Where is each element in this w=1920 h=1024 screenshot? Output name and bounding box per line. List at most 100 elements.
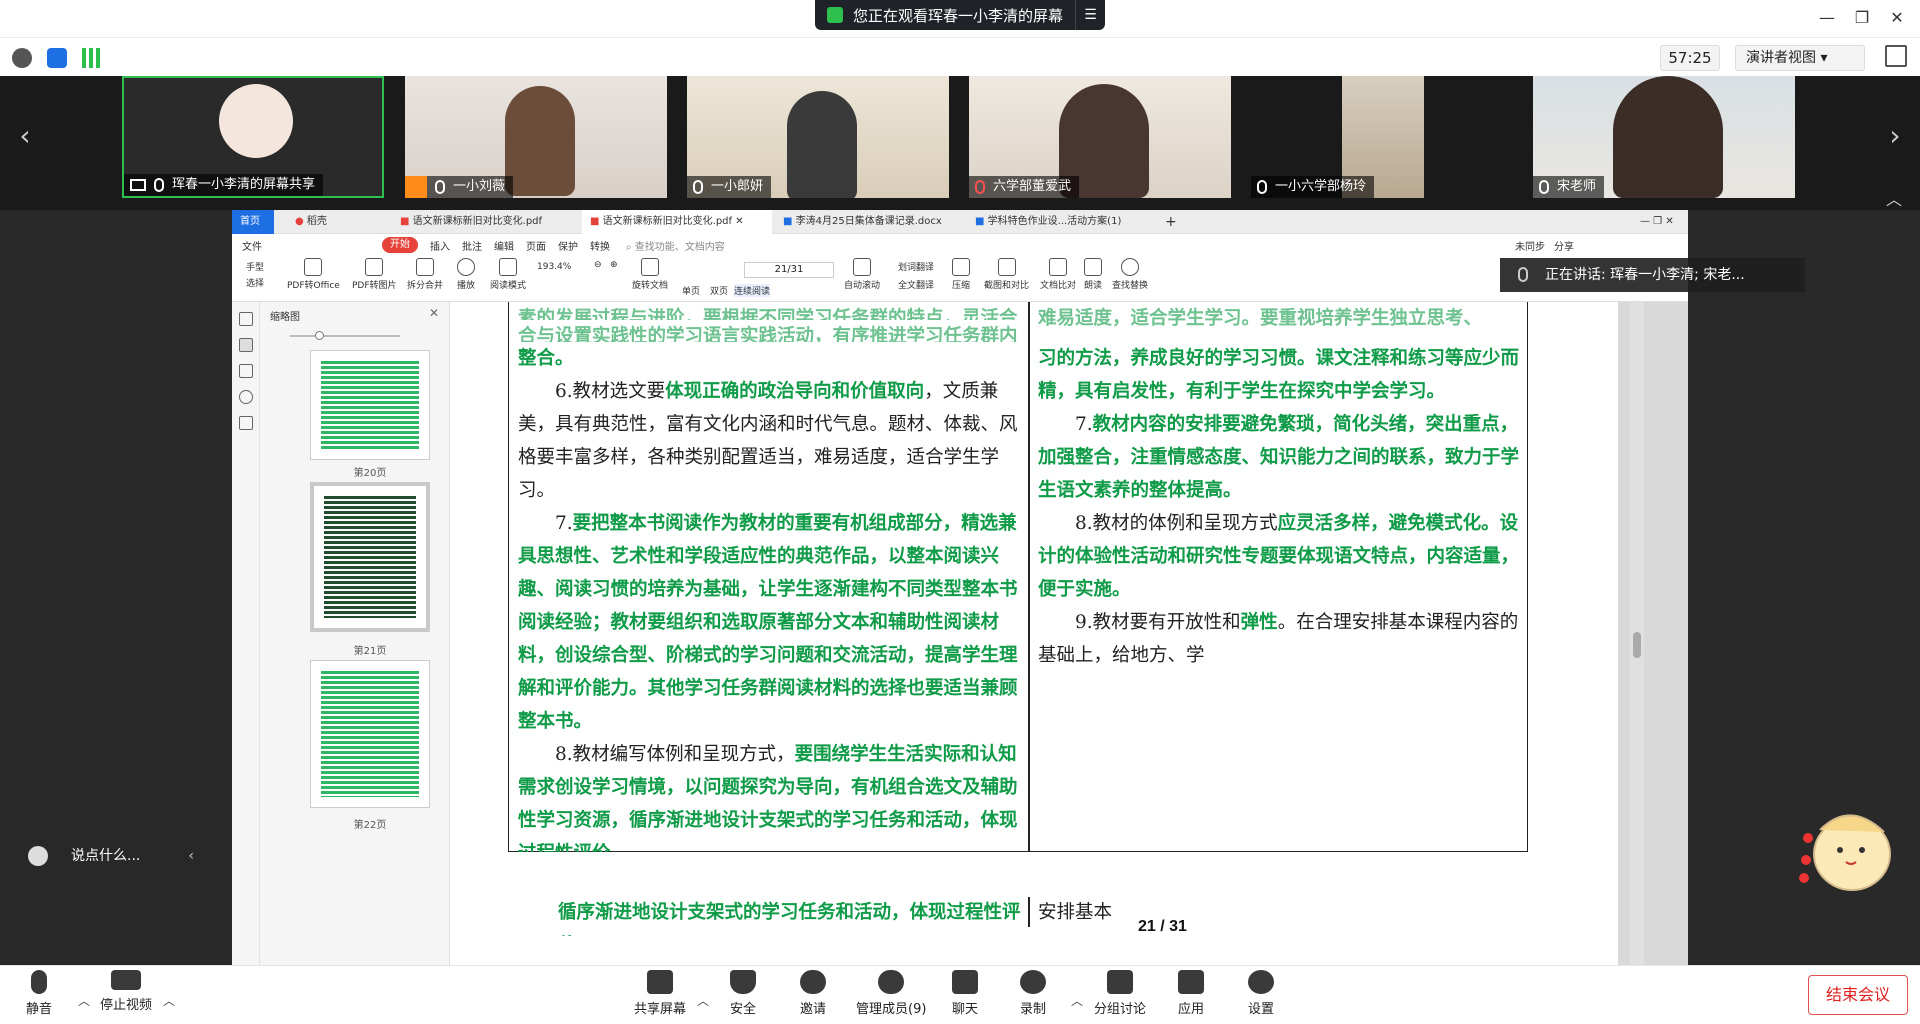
read-aloud-button[interactable]: 朗读	[1084, 258, 1102, 291]
tab-docx[interactable]: ■ 李涛4月25日集体备课记录.docx	[775, 210, 965, 234]
hand-tool[interactable]: 手型	[246, 260, 264, 273]
word-translate-button[interactable]: 划词翻译	[898, 260, 934, 273]
menu-file[interactable]: 文件	[242, 238, 262, 253]
page-number-input[interactable]: 21/31	[744, 262, 834, 278]
end-meeting-button[interactable]: 结束会议	[1808, 975, 1908, 1015]
attachment-icon[interactable]	[239, 390, 253, 404]
minimize-icon[interactable]: —	[1815, 8, 1839, 27]
text-run: 整合。	[518, 348, 574, 369]
record-options-caret-icon[interactable]: ︿	[1071, 992, 1083, 1009]
scrollbar-thumb[interactable]	[1633, 632, 1641, 658]
window-controls[interactable]: — ❐ ✕	[1632, 210, 1688, 234]
settings-button[interactable]: 设置	[1248, 970, 1274, 1017]
rotate-button[interactable]: 旋转文档	[632, 258, 668, 291]
participant-name: 一小六学部杨玲	[1275, 179, 1367, 194]
screenshot-icon	[997, 258, 1016, 276]
comment-icon[interactable]	[239, 364, 253, 378]
menu-protect[interactable]: 保护	[558, 238, 578, 253]
chevron-right-icon[interactable]: ›	[1880, 116, 1910, 156]
restore-icon[interactable]: ❐	[1850, 8, 1874, 27]
menu-page[interactable]: 页面	[526, 238, 546, 253]
document-view[interactable]: 素的发展过程与进阶，要根据不同学习任务群的特点，灵活合理地 合与设置实践性的学习…	[450, 302, 1688, 965]
thumbnail-page-22[interactable]	[310, 660, 430, 808]
pdf-to-office-button[interactable]: PDF转Office	[287, 258, 340, 291]
menu-insert[interactable]: 插入	[430, 238, 450, 253]
thumbnail-zoom-slider[interactable]	[270, 328, 440, 344]
tab-pdf-active[interactable]: ■ 语文新课标新旧对比变化.pdf ✕	[582, 210, 772, 234]
tab-pdf[interactable]: ■ 语文新课标新旧对比变化.pdf	[392, 210, 582, 234]
play-button[interactable]: 播放	[457, 258, 475, 291]
zoom-in-icon[interactable]: ⊕	[610, 260, 618, 270]
menu-edit[interactable]: 编辑	[494, 238, 514, 253]
menu-annotate[interactable]: 批注	[462, 238, 482, 253]
collapse-strip-icon[interactable]: ︿	[1886, 186, 1902, 210]
stop-video-button[interactable]: 停止视频	[100, 970, 152, 1013]
chat-input[interactable]: 说点什么... ‹	[16, 837, 206, 875]
double-page-button[interactable]: 双页	[710, 284, 728, 297]
shield-icon[interactable]	[47, 48, 67, 68]
screen-share-banner[interactable]: 您正在观看珲春一小李清的屏幕 ☰	[815, 0, 1105, 30]
close-icon[interactable]: ✕	[429, 306, 439, 320]
manage-participants-button[interactable]: 管理成员(9)	[856, 970, 926, 1017]
record-button[interactable]: 录制	[1020, 970, 1046, 1017]
close-icon[interactable]: ✕	[1885, 8, 1909, 27]
participant-tile[interactable]: 六学部董爱武	[969, 76, 1231, 198]
signature-icon[interactable]	[239, 416, 253, 430]
sync-status[interactable]: 未同步	[1515, 238, 1545, 253]
share-options-caret-icon[interactable]: ︿	[697, 992, 709, 1009]
find-replace-button[interactable]: 查找替换	[1112, 258, 1148, 291]
apps-button[interactable]: 应用	[1178, 970, 1204, 1017]
share-screen-button[interactable]: 共享屏幕	[634, 970, 686, 1017]
chat-button[interactable]: 聊天	[952, 970, 978, 1017]
participant-tile[interactable]: 一小刘薇	[405, 76, 667, 198]
invite-button[interactable]: 邀请	[800, 970, 826, 1017]
mute-options-caret-icon[interactable]: ︿	[78, 992, 90, 1009]
breakout-rooms-button[interactable]: 分组讨论	[1094, 970, 1146, 1017]
full-translate-button[interactable]: 全文翻译	[898, 278, 934, 291]
document-scrollbar[interactable]	[1630, 302, 1644, 965]
participant-video-strip: ‹ 珲春一小李清的屏幕共享 一小刘薇 一小郎妍 六学部董爱武 一小六学部杨玲 宋…	[0, 76, 1920, 210]
participant-name-bar: 一小刘薇	[405, 176, 514, 198]
tab-docx[interactable]: ■ 学科特色作业设...活动方案(1)	[967, 210, 1157, 234]
emoji-icon[interactable]	[28, 846, 48, 866]
fullscreen-icon[interactable]	[1885, 45, 1907, 67]
participant-tile[interactable]: 一小郎妍	[687, 76, 949, 198]
slider-handle[interactable]	[315, 331, 324, 340]
chevron-left-icon[interactable]: ‹	[10, 116, 40, 156]
new-tab-icon[interactable]: +	[1157, 210, 1181, 234]
zoom-select[interactable]: 193.4%	[537, 262, 571, 272]
bookmark-icon[interactable]	[239, 312, 253, 326]
security-button[interactable]: 安全	[730, 970, 756, 1017]
thumbnail-icon[interactable]	[239, 338, 253, 352]
auto-scroll-button[interactable]: 自动滚动	[844, 258, 880, 291]
video-options-caret-icon[interactable]: ︿	[163, 992, 175, 1009]
menu-convert[interactable]: 转换	[590, 238, 610, 253]
share-screen-icon	[647, 970, 673, 994]
search-input[interactable]: ⌕ 查找功能、文档内容	[626, 238, 725, 253]
split-merge-button[interactable]: 拆分合并	[407, 258, 443, 291]
participant-tile[interactable]: 一小六学部杨玲	[1251, 76, 1513, 198]
participant-tile[interactable]: 珲春一小李清的屏幕共享	[122, 76, 384, 198]
pdf-to-image-button[interactable]: PDF转图片	[352, 258, 397, 291]
continuous-read-button[interactable]: 连续阅读	[734, 284, 771, 297]
mute-button[interactable]: 静音	[26, 970, 52, 1017]
share-button[interactable]: 分享	[1554, 238, 1574, 253]
thumbnail-page-21[interactable]	[310, 482, 430, 632]
screenshot-compare-button[interactable]: 截图和对比	[984, 258, 1029, 291]
menu-icon[interactable]: ☰	[1075, 0, 1105, 30]
zoom-out-icon[interactable]: ⊖	[594, 260, 602, 270]
single-page-button[interactable]: 单页	[682, 284, 700, 297]
reading-mode-button[interactable]: 阅读模式	[490, 258, 526, 291]
chevron-left-icon[interactable]: ‹	[188, 837, 194, 875]
thumbnail-page-20[interactable]	[310, 350, 430, 460]
tab-home[interactable]: 首页	[232, 210, 274, 234]
view-mode-dropdown[interactable]: 演讲者视图 ▾	[1735, 45, 1865, 71]
participant-tile[interactable]: 宋老师	[1533, 76, 1795, 198]
tab-docer[interactable]: ● 稻壳	[287, 210, 377, 234]
menu-start[interactable]: 开始	[382, 237, 418, 253]
doc-compare-button[interactable]: 文档比对	[1040, 258, 1076, 291]
compress-button[interactable]: 压缩	[952, 258, 970, 291]
signal-strength-icon[interactable]	[82, 48, 102, 68]
info-icon[interactable]	[12, 48, 32, 68]
select-tool[interactable]: 选择	[246, 276, 264, 289]
